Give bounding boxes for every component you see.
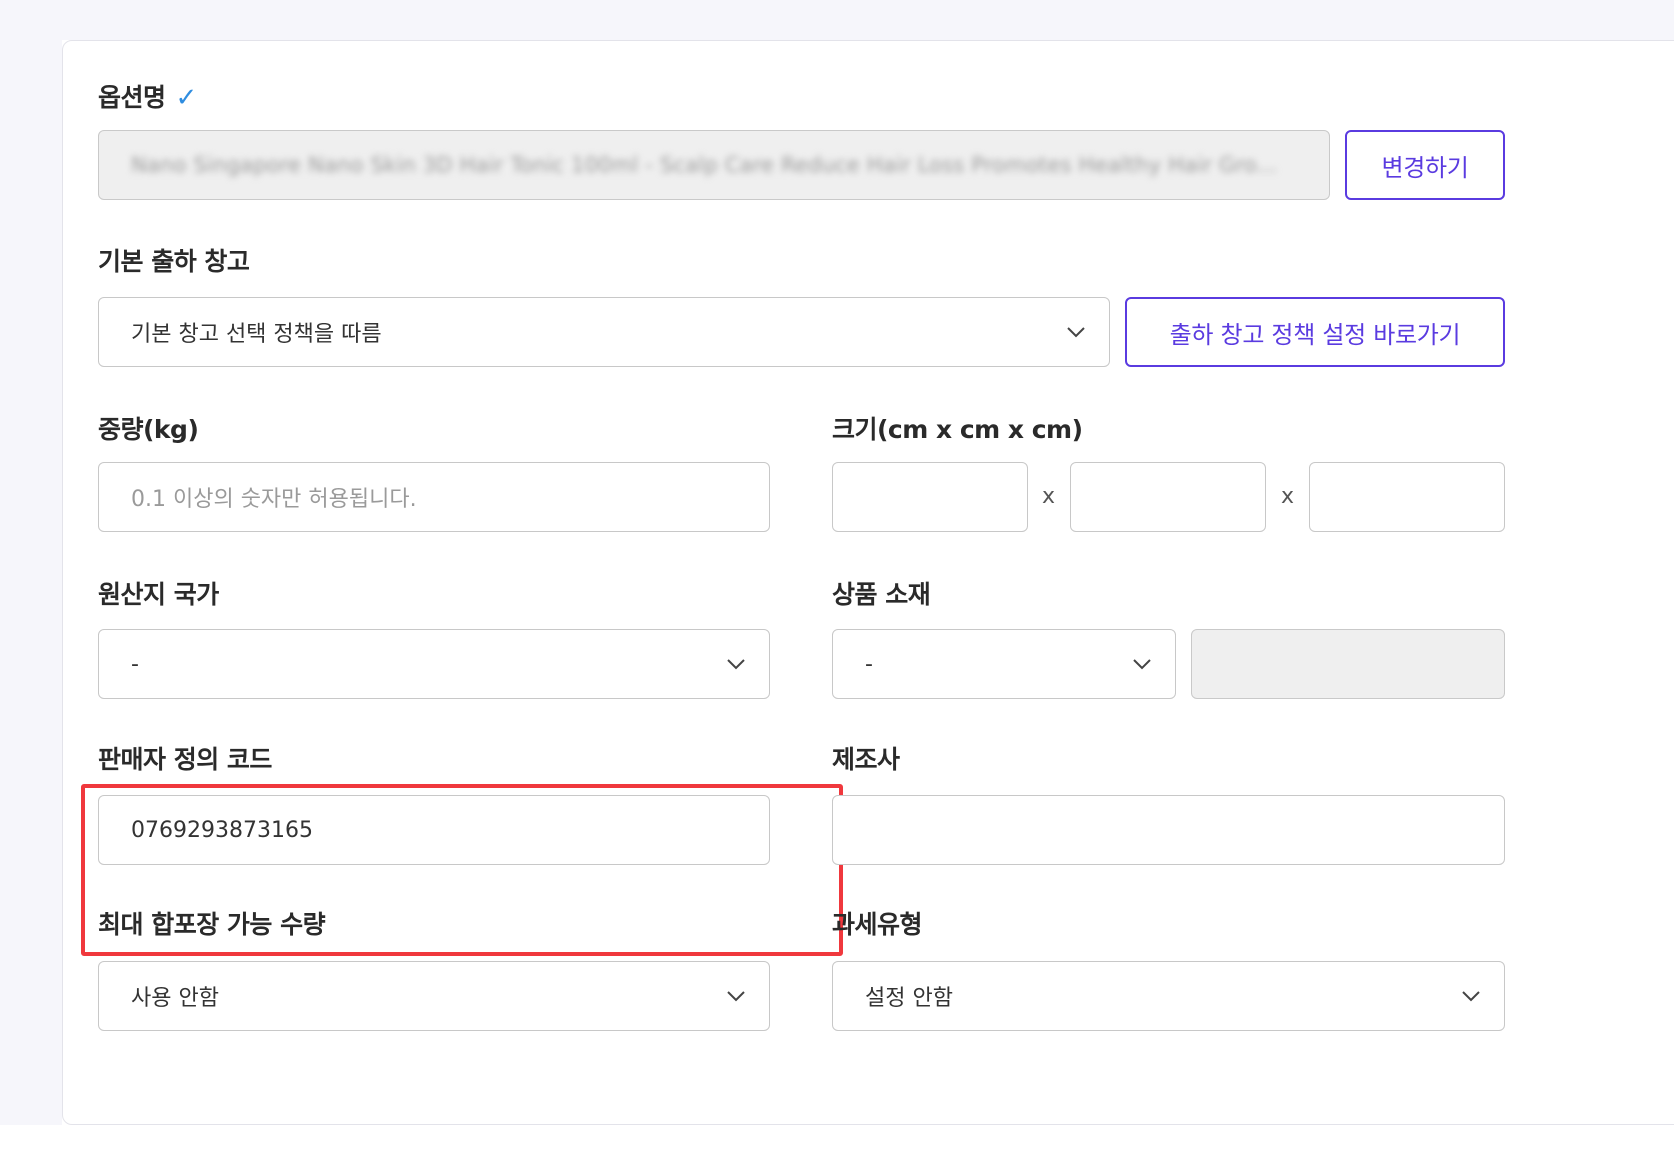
option-name-input: Nano Singapore Nano Skin 3D Hair Tonic 1… [98, 130, 1330, 200]
size-width-input[interactable] [1070, 462, 1266, 532]
page-background-left [0, 0, 62, 1125]
tax-type-selected-value: 설정 안함 [865, 986, 953, 1011]
material-detail-input [1191, 629, 1505, 699]
option-name-value: Nano Singapore Nano Skin 3D Hair Tonic 1… [131, 153, 1278, 177]
warehouse-policy-shortcut-button[interactable]: 출하 창고 정책 설정 바로가기 [1125, 297, 1505, 367]
chevron-down-icon [1065, 321, 1087, 343]
warehouse-label: 기본 출하 창고 [98, 247, 250, 276]
page-background-top [0, 0, 1674, 40]
tax-type-select[interactable]: 설정 안함 [832, 961, 1505, 1031]
max-bundle-qty-label: 최대 합포장 가능 수량 [98, 910, 326, 939]
weight-label: 중량(kg) [98, 415, 199, 444]
origin-country-label: 원산지 국가 [98, 580, 219, 609]
manufacturer-label: 제조사 [832, 745, 900, 774]
change-option-name-button[interactable]: 변경하기 [1345, 130, 1505, 200]
size-separator-2: x [1281, 484, 1295, 509]
chevron-down-icon [1460, 985, 1482, 1007]
option-name-label-text: 옵션명 [98, 83, 166, 112]
size-label: 크기(cm x cm x cm) [832, 415, 1083, 444]
material-select[interactable]: - [832, 629, 1176, 699]
weight-placeholder: 0.1 이상의 숫자만 허용됩니다. [131, 487, 417, 512]
chevron-down-icon [725, 985, 747, 1007]
material-label: 상품 소재 [832, 580, 931, 609]
warehouse-selected-value: 기본 창고 선택 정책을 따름 [131, 322, 382, 347]
seller-code-label: 판매자 정의 코드 [98, 745, 272, 774]
material-selected-value: - [865, 651, 873, 677]
size-height-input[interactable] [1309, 462, 1505, 532]
origin-country-selected-value: - [131, 651, 139, 677]
size-length-input[interactable] [832, 462, 1028, 532]
max-bundle-qty-selected-value: 사용 안함 [131, 986, 219, 1011]
weight-input[interactable]: 0.1 이상의 숫자만 허용됩니다. [98, 462, 770, 532]
size-separator-1: x [1042, 484, 1056, 509]
max-bundle-qty-select[interactable]: 사용 안함 [98, 961, 770, 1031]
check-icon: ✓ [175, 83, 198, 113]
manufacturer-input[interactable] [832, 795, 1505, 865]
chevron-down-icon [1131, 653, 1153, 675]
option-name-label: 옵션명 ✓ [98, 78, 197, 114]
page-bottom-edge [0, 1125, 1674, 1160]
tax-type-label: 과세유형 [832, 910, 923, 939]
chevron-down-icon [725, 653, 747, 675]
origin-country-select[interactable]: - [98, 629, 770, 699]
warehouse-select[interactable]: 기본 창고 선택 정책을 따름 [98, 297, 1110, 367]
